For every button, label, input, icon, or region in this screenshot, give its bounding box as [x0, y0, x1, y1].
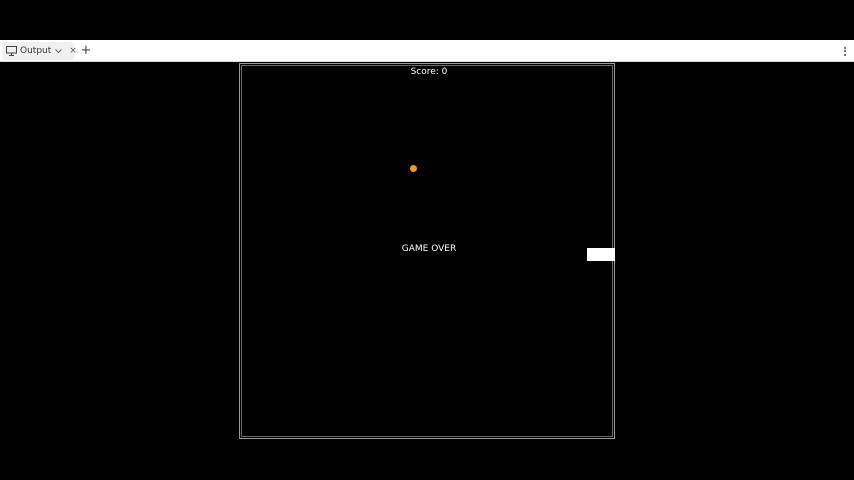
add-tab-button[interactable]: + — [80, 43, 92, 59]
chevron-down-icon[interactable] — [55, 47, 63, 55]
close-icon[interactable]: × — [69, 42, 77, 60]
tab-output[interactable]: Output × — [2, 42, 77, 60]
score-text: Score: 0 — [410, 67, 448, 77]
paddle — [587, 248, 615, 261]
game-over-text: GAME OVER — [401, 244, 457, 254]
top-letterbox — [0, 0, 854, 40]
monitor-icon — [6, 46, 17, 57]
vertical-dots-icon[interactable] — [842, 43, 848, 59]
tab-label: Output — [20, 46, 52, 56]
ball — [410, 165, 417, 172]
game-canvas[interactable]: Score: 0 GAME OVER — [239, 63, 615, 439]
tab-bar: Output × + — [0, 40, 854, 62]
game-border: Score: 0 GAME OVER — [241, 65, 615, 437]
